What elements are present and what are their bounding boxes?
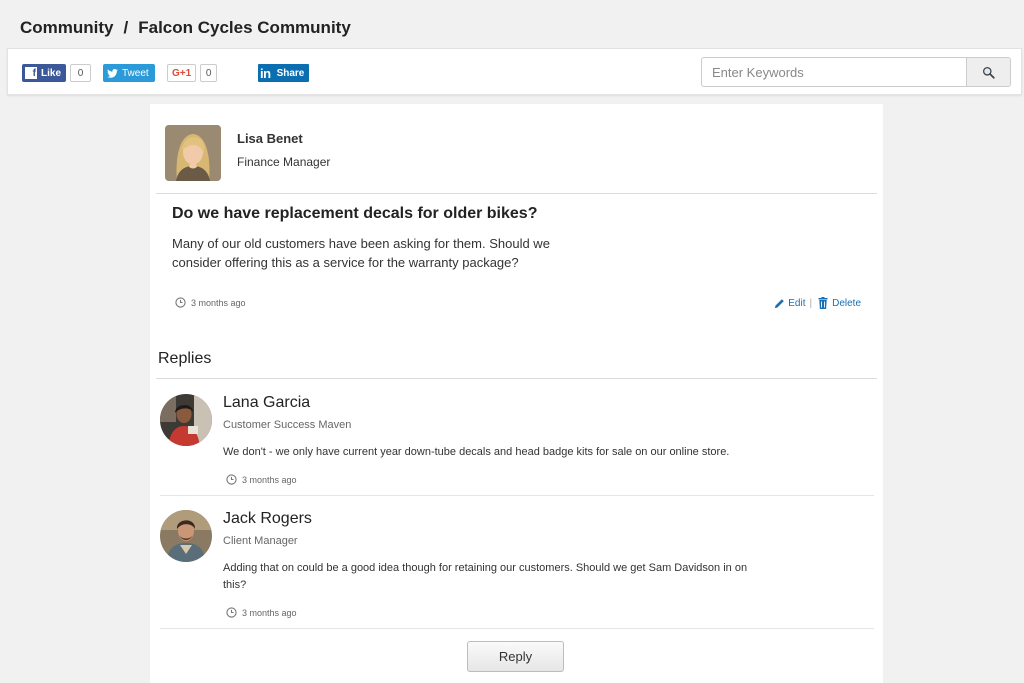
actions-separator: | [809, 297, 813, 309]
author-role: Finance Manager [237, 155, 331, 169]
question-time-text: 3 months ago [191, 297, 246, 308]
pencil-icon [775, 298, 785, 308]
author-photo [165, 125, 221, 181]
breadcrumb: Community / Falcon Cycles Community [20, 18, 351, 38]
linkedin-share-label: Share [276, 67, 305, 79]
divider [160, 495, 874, 496]
trash-icon [818, 297, 828, 309]
post-author: Lisa Benet Finance Manager [165, 125, 330, 181]
reply-timestamp: 3 months ago [226, 474, 297, 485]
reply-avatar [160, 510, 212, 562]
search-input[interactable] [701, 57, 967, 87]
edit-link[interactable]: Edit [774, 298, 805, 309]
linkedin-widget: in Share [258, 64, 310, 82]
twitter-widget: Tweet [103, 64, 155, 82]
reply-timestamp: 3 months ago [226, 607, 297, 618]
reply-item: Lana Garcia Customer Success Maven We do… [160, 394, 874, 489]
clock-icon [175, 297, 186, 308]
share-toolbar: f Like 0 Tweet G+1 0 in Share [7, 48, 1022, 95]
clock-icon [226, 607, 237, 618]
reply-author-name[interactable]: Jack Rogers [223, 510, 312, 528]
divider [160, 628, 874, 629]
clock-icon [226, 474, 237, 485]
question-panel: Lisa Benet Finance Manager Do we have re… [150, 104, 883, 683]
googleplus-button[interactable]: G+1 [167, 64, 197, 82]
divider [156, 193, 877, 194]
facebook-like-widget: f Like 0 [22, 64, 92, 82]
reply-avatar [160, 394, 212, 446]
reply-text: Adding that on could be a good idea thou… [223, 562, 748, 591]
reply-item: Jack Rogers Client Manager Adding that o… [160, 510, 874, 620]
facebook-icon: f [25, 67, 37, 79]
breadcrumb-separator: / [123, 18, 129, 37]
reply-author-role: Customer Success Maven [223, 419, 352, 431]
tweet-button[interactable]: Tweet [103, 64, 155, 82]
edit-label: Edit [788, 297, 806, 309]
delete-link[interactable]: Delete [818, 297, 861, 309]
search-button[interactable] [967, 57, 1011, 87]
twitter-bird-icon [107, 68, 118, 78]
reply-author-name[interactable]: Lana Garcia [223, 394, 310, 412]
delete-label: Delete [832, 297, 861, 309]
facebook-like-button[interactable]: f Like [22, 64, 67, 82]
facebook-like-count: 0 [70, 64, 92, 82]
tweet-label: Tweet [122, 67, 149, 79]
reply-button[interactable]: Reply [467, 641, 564, 672]
replies-heading: Replies [158, 350, 212, 367]
question-title: Do we have replacement decals for older … [172, 205, 538, 222]
search-bar [701, 57, 1011, 87]
question-body: Many of our old customers have been aski… [172, 236, 550, 270]
facebook-like-label: Like [41, 67, 62, 79]
question-timestamp: 3 months ago [175, 297, 246, 308]
search-icon [982, 66, 995, 79]
divider [156, 378, 877, 379]
linkedin-share-button[interactable]: in Share [258, 64, 310, 82]
reply-text: We don't - we only have current year dow… [223, 446, 730, 458]
reply-time-text: 3 months ago [242, 607, 297, 618]
author-name[interactable]: Lisa Benet [237, 131, 330, 146]
reply-time-text: 3 months ago [242, 474, 297, 485]
breadcrumb-current: Falcon Cycles Community [138, 18, 351, 37]
googleplus-count: 0 [200, 64, 218, 82]
breadcrumb-root-link[interactable]: Community [20, 18, 114, 37]
googleplus-widget: G+1 0 [167, 64, 218, 82]
question-actions: Edit | Delete [774, 297, 861, 309]
reply-author-role: Client Manager [223, 535, 298, 547]
linkedin-icon: in [260, 65, 271, 81]
